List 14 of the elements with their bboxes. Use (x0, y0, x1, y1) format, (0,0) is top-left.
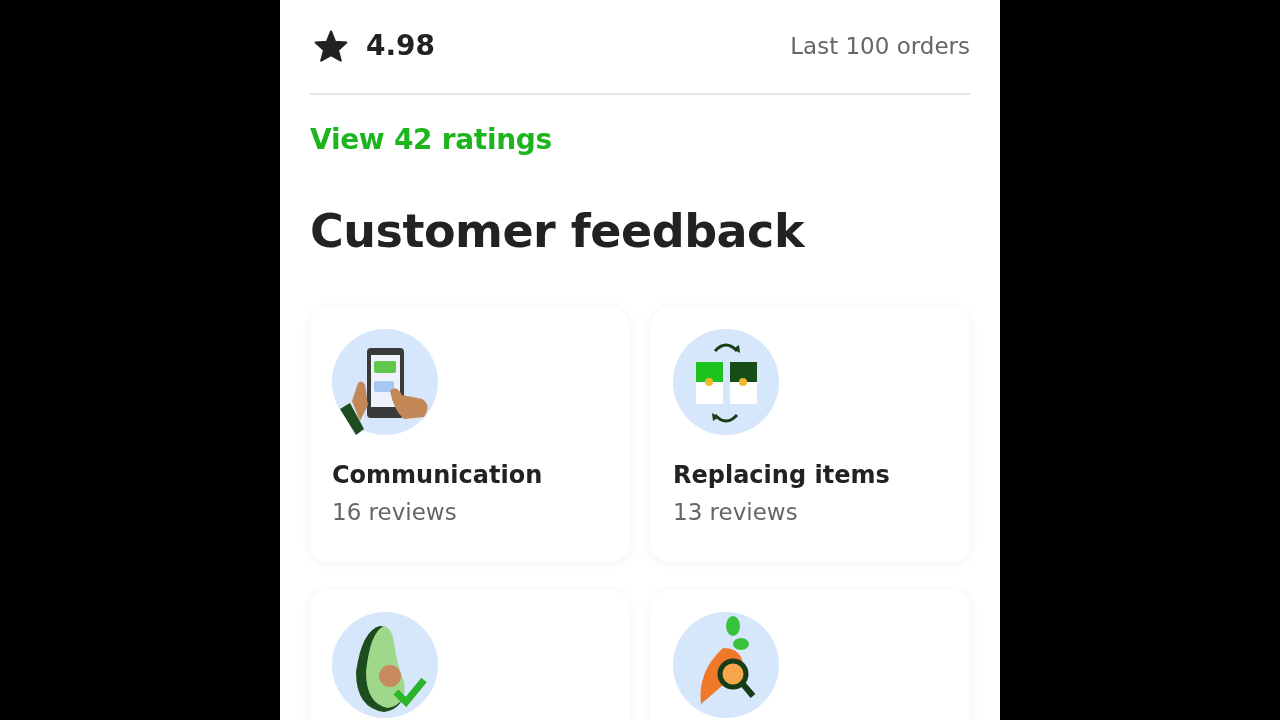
phone-chat-icon (332, 328, 438, 435)
carrot-search-icon (673, 611, 779, 718)
rating-period: Last 100 orders (790, 32, 970, 59)
section-title: Customer feedback (310, 206, 806, 257)
star-icon (314, 29, 348, 62)
card-title: Replacing items (673, 460, 891, 489)
feedback-card[interactable]: Replacing items 13 reviews (651, 306, 970, 562)
review-count: 16 reviews (332, 498, 458, 525)
card-title: Communication (332, 460, 544, 489)
feedback-card[interactable]: Communication 16 reviews (310, 306, 629, 562)
rating-value: 4.98 (366, 29, 436, 62)
review-count: 13 reviews (673, 498, 799, 525)
swap-items-icon (673, 328, 779, 435)
avocado-check-icon (332, 611, 438, 718)
